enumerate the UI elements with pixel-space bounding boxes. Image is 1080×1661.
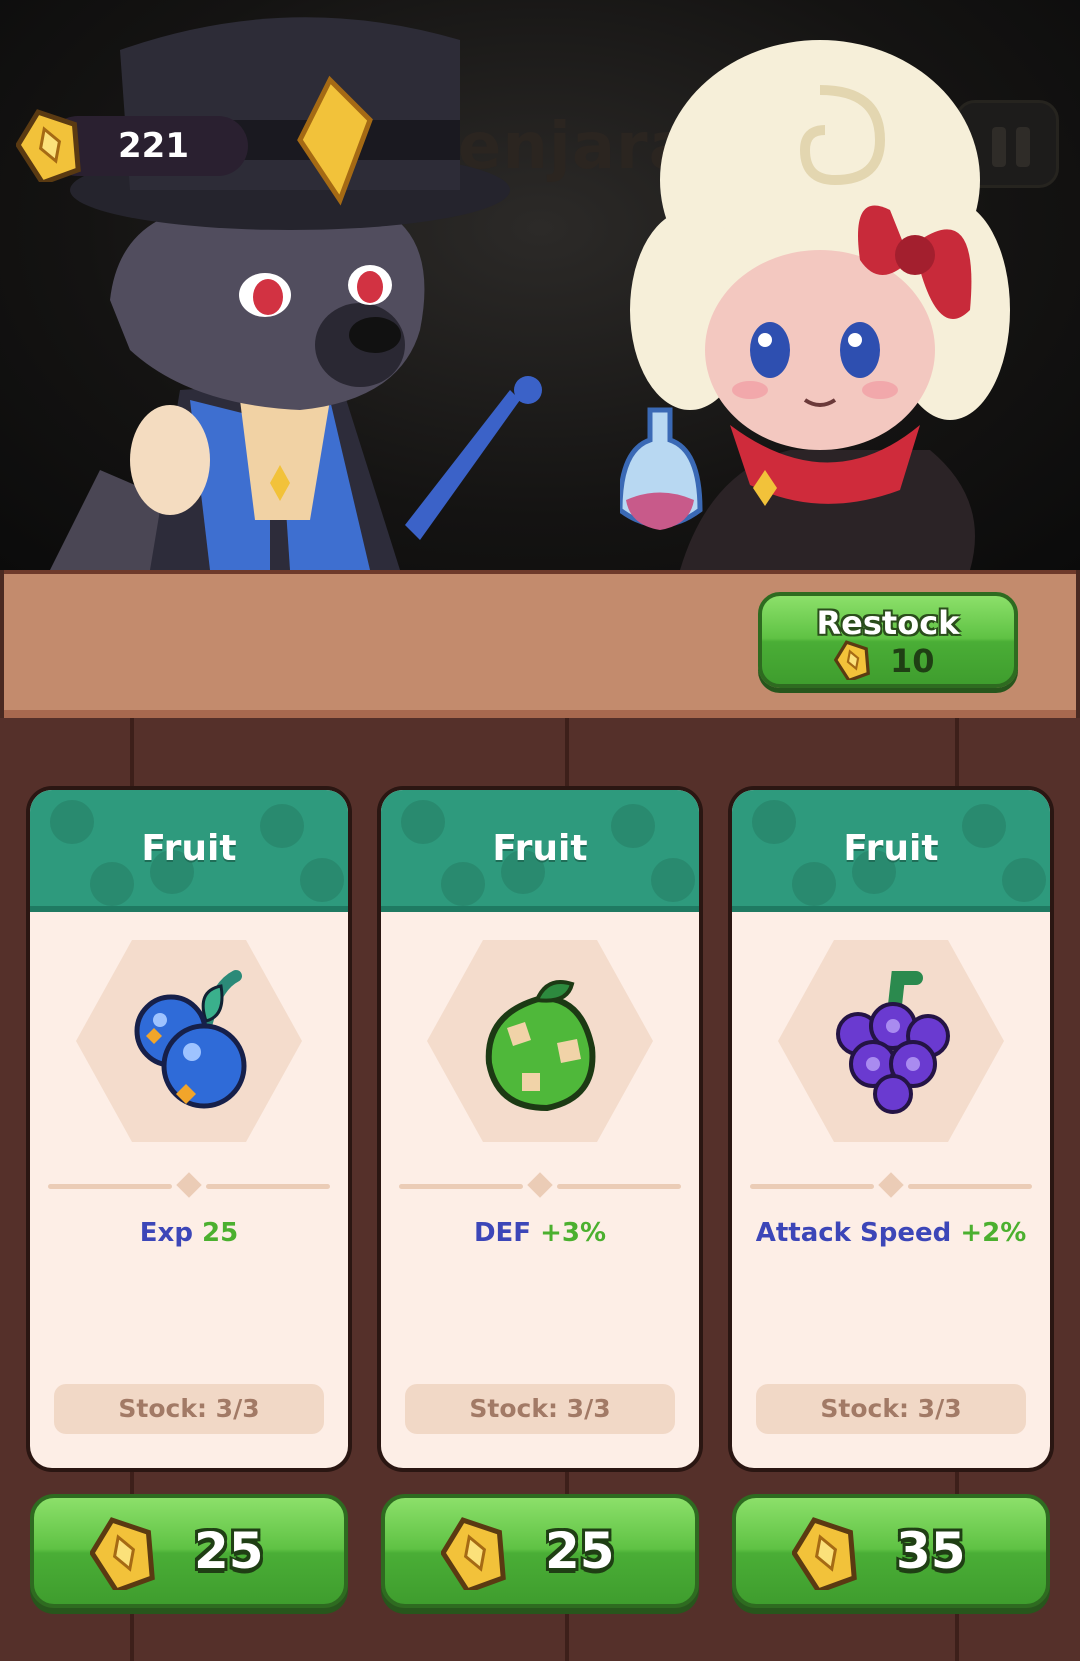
card-divider — [399, 1172, 681, 1198]
stock-label: Stock: 3/3 — [405, 1384, 675, 1434]
buy-price: 25 — [194, 1522, 264, 1580]
stat-name: Attack Speed — [755, 1218, 952, 1248]
restock-cost: 10 — [890, 642, 935, 680]
card-divider — [750, 1172, 1032, 1198]
gold-gem-coin-icon — [834, 640, 872, 680]
shop-item-card[interactable]: Fruit Attack Speed +2% Stock: 3/3 — [728, 786, 1054, 1472]
item-stat: DEF +3% — [381, 1218, 699, 1248]
wolf-merchant-character — [50, 17, 542, 570]
buy-price: 35 — [896, 1522, 966, 1580]
stock-label: Stock: 3/3 — [54, 1384, 324, 1434]
card-header: Fruit — [30, 790, 348, 912]
green-fruit-icon — [485, 980, 596, 1112]
card-header: Fruit — [381, 790, 699, 912]
buy-button[interactable]: 35 — [732, 1494, 1050, 1608]
gold-gem-coin-icon — [16, 108, 84, 182]
card-divider — [48, 1172, 330, 1198]
stat-value: +2% — [960, 1218, 1027, 1248]
stat-name: DEF — [473, 1218, 532, 1248]
item-stat: Exp 25 — [30, 1218, 348, 1248]
buy-price: 25 — [545, 1522, 615, 1580]
card-header: Fruit — [732, 790, 1050, 912]
blueberry-icon — [134, 970, 247, 1109]
shop-item-card[interactable]: Fruit Exp 25 Stock: 3/3 — [26, 786, 352, 1472]
gold-gem-coin-icon — [792, 1516, 860, 1590]
item-stat: Attack Speed +2% — [732, 1218, 1050, 1248]
shop-scene: Penjara 221 — [0, 0, 1080, 570]
stock-label: Stock: 3/3 — [756, 1384, 1026, 1434]
card-category: Fruit — [843, 828, 939, 869]
gold-gem-coin-icon — [90, 1516, 158, 1590]
gold-balance-value: 221 — [118, 126, 189, 166]
stat-name: Exp — [139, 1218, 193, 1248]
gold-gem-coin-icon — [441, 1516, 509, 1590]
restock-button[interactable]: Restock 10 — [758, 592, 1018, 688]
card-category: Fruit — [492, 828, 588, 869]
buy-button[interactable]: 25 — [30, 1494, 348, 1608]
restock-label: Restock — [816, 604, 960, 642]
shop-item-card[interactable]: Fruit DEF +3% Stock: 3/3 — [377, 786, 703, 1472]
stat-value: +3% — [540, 1218, 607, 1248]
stat-value: 25 — [202, 1218, 239, 1248]
buy-button[interactable]: 25 — [381, 1494, 699, 1608]
purple-grape-icon — [836, 971, 950, 1114]
card-category: Fruit — [141, 828, 237, 869]
sheep-alchemist-character — [620, 40, 1010, 570]
